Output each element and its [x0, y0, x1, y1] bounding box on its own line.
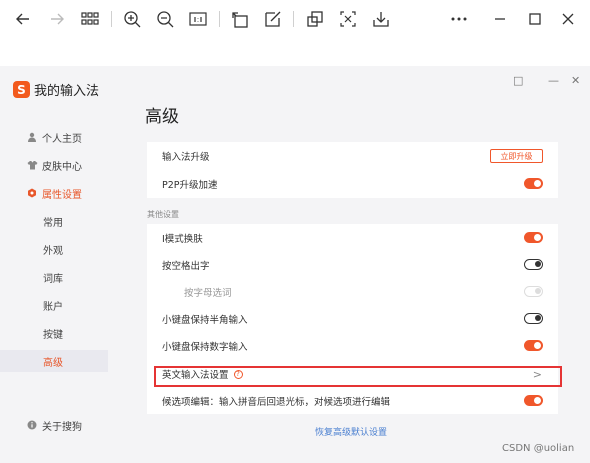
watermark: CSDN @uolian	[502, 443, 575, 454]
crop-icon[interactable]	[304, 8, 326, 30]
setting-label: 输入法升级	[162, 152, 210, 163]
setting-label: 小键盘保持数字输入	[162, 342, 248, 353]
toolbar-separator	[293, 11, 294, 27]
person-icon	[26, 131, 38, 143]
window-close-button[interactable]: ✕	[571, 74, 580, 87]
settings-icon	[26, 187, 38, 199]
app-name: 我的输入法	[34, 84, 100, 99]
p2p-toggle[interactable]	[524, 178, 543, 189]
sidebar-sub-account[interactable]: 账户	[0, 294, 108, 316]
maximize-icon[interactable]	[524, 8, 546, 30]
sidebar-item-label: 关于搜狗	[42, 421, 82, 433]
setting-label: I模式换肤	[162, 234, 203, 245]
setting-label: 小键盘保持半角输入	[162, 315, 248, 326]
sidebar-item-label: 皮肤中心	[42, 161, 82, 173]
settings-main-panel: □ — ✕ 高级 输入法升级 立即升级 P2P升级加速 其他设置 I模式换肤 按…	[108, 66, 590, 463]
sidebar-item-profile[interactable]: 个人主页	[0, 126, 108, 148]
space-commit-toggle[interactable]	[524, 259, 543, 270]
toolbar-separator	[111, 11, 112, 27]
setting-row: 按空格出字	[147, 251, 558, 279]
viewer-toolbar	[0, 0, 590, 38]
rotate-icon[interactable]	[229, 8, 251, 30]
setting-row: 小键盘保持数字输入	[147, 332, 558, 360]
actual-size-icon[interactable]	[187, 8, 209, 30]
app-logo: S 我的输入法	[13, 80, 99, 99]
download-icon[interactable]	[370, 8, 392, 30]
sidebar-item-label: 个人主页	[42, 133, 82, 145]
setting-row: 小键盘保持半角输入	[147, 305, 558, 333]
sidebar-item-skin[interactable]: 皮肤中心	[0, 154, 108, 176]
reset-advanced-defaults-link[interactable]: 恢复高级默认设置	[315, 425, 387, 438]
sidebar-sub-keys[interactable]: 按键	[0, 322, 108, 344]
window-minimize-button[interactable]: —	[548, 74, 559, 87]
settings-window: S 我的输入法 个人主页 皮肤中心 属性设置 常用 外观 词库 账户 按键 高级	[0, 66, 590, 463]
section-label-other: 其他设置	[147, 210, 179, 219]
setting-row: 候选项编辑：输入拼音后回退光标，对候选项进行编辑	[147, 387, 558, 415]
setting-label: 候选项编辑：输入拼音后回退光标，对候选项进行编辑	[162, 397, 391, 408]
translate-icon[interactable]	[337, 8, 359, 30]
sidebar-sub-advanced[interactable]: 高级	[0, 350, 108, 372]
edit-icon[interactable]	[262, 8, 284, 30]
upgrade-now-button[interactable]: 立即升级	[490, 149, 543, 163]
sidebar-sub-appearance[interactable]: 外观	[0, 238, 108, 260]
letter-select-toggle	[524, 286, 543, 297]
zoom-out-icon[interactable]	[154, 8, 176, 30]
sidebar: S 我的输入法 个人主页 皮肤中心 属性设置 常用 外观 词库 账户 按键 高级	[0, 66, 108, 463]
sidebar-sub-dictionary[interactable]: 词库	[0, 266, 108, 288]
toolbar-separator	[219, 11, 220, 27]
setting-row: I模式换肤	[147, 224, 558, 252]
highlight-box	[154, 366, 562, 387]
setting-label: 按字母选词	[184, 288, 232, 299]
setting-row: 按字母选词	[147, 278, 558, 306]
sogou-logo-icon: S	[13, 81, 30, 98]
numpad-digit-toggle[interactable]	[524, 340, 543, 351]
sidebar-item-settings[interactable]: 属性设置	[0, 182, 108, 204]
back-arrow-icon[interactable]	[12, 8, 34, 30]
grid-icon[interactable]	[79, 8, 101, 30]
zoom-in-icon[interactable]	[121, 8, 143, 30]
more-icon[interactable]	[448, 8, 470, 30]
forward-arrow-icon[interactable]	[46, 8, 68, 30]
feedback-icon[interactable]: □	[513, 74, 523, 87]
candidate-edit-toggle[interactable]	[524, 395, 543, 406]
info-icon	[26, 419, 38, 431]
shirt-icon	[26, 159, 38, 171]
setting-row-upgrade: 输入法升级 立即升级	[147, 142, 558, 170]
numpad-halfwidth-toggle[interactable]	[524, 313, 543, 324]
minimize-icon[interactable]	[489, 8, 511, 30]
setting-label: P2P升级加速	[162, 180, 218, 191]
sidebar-item-label: 属性设置	[42, 189, 82, 201]
setting-label: 按空格出字	[162, 261, 210, 272]
i-mode-skin-toggle[interactable]	[524, 232, 543, 243]
setting-row-p2p: P2P升级加速	[147, 170, 558, 198]
close-icon[interactable]	[557, 8, 579, 30]
sidebar-sub-common[interactable]: 常用	[0, 210, 108, 232]
sidebar-item-about[interactable]: 关于搜狗	[0, 414, 108, 436]
page-title: 高级	[145, 107, 179, 127]
upgrade-card: 输入法升级 立即升级 P2P升级加速	[147, 142, 558, 198]
